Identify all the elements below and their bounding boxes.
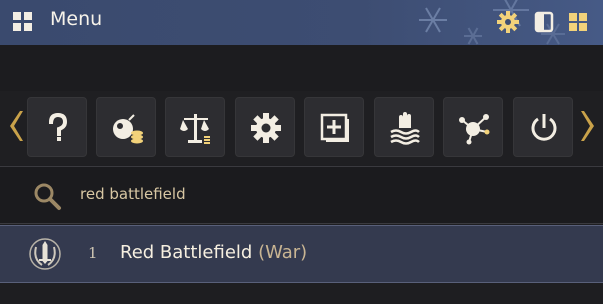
power-icon [531,114,557,141]
window-title: Menu [50,8,103,30]
magnifier-icon [34,183,61,210]
list-item[interactable]: 1 Red Battlefield (War) [0,225,603,283]
chevron-right-icon[interactable] [580,109,598,143]
network-button[interactable] [443,97,503,157]
grid-view-icon[interactable] [566,10,590,34]
result-tag: (War) [258,242,308,263]
scales-icon [180,114,210,144]
spacer-strip [0,45,603,91]
bottom-spacer [0,283,603,304]
result-label: Red Battlefield (War) [120,242,307,263]
question-mark-icon [48,112,68,141]
fishing-button[interactable] [374,97,434,157]
result-index: 1 [88,244,98,262]
sword-emblem-icon [29,238,61,270]
consumables-button[interactable] [96,97,156,157]
help-button[interactable] [27,97,87,157]
expand-button[interactable] [304,97,364,157]
hand-waves-icon [390,112,420,145]
market-button[interactable] [165,97,225,157]
toolbar [0,91,603,165]
power-button[interactable] [513,97,573,157]
grid-menu-icon[interactable] [12,11,34,33]
result-name: Red Battlefield [120,242,253,263]
gear-icon [251,113,281,143]
title-bar: Menu [0,0,603,46]
settings-button[interactable] [235,97,295,157]
hub-nodes-icon [459,114,490,145]
plus-square-icon [320,113,349,142]
search-bar [0,166,603,224]
chevron-left-icon[interactable] [6,109,24,143]
panel-toggle-icon[interactable] [532,10,556,34]
search-input[interactable] [80,185,560,203]
settings-gear-icon[interactable] [496,10,520,34]
bomb-coins-icon [113,114,143,144]
